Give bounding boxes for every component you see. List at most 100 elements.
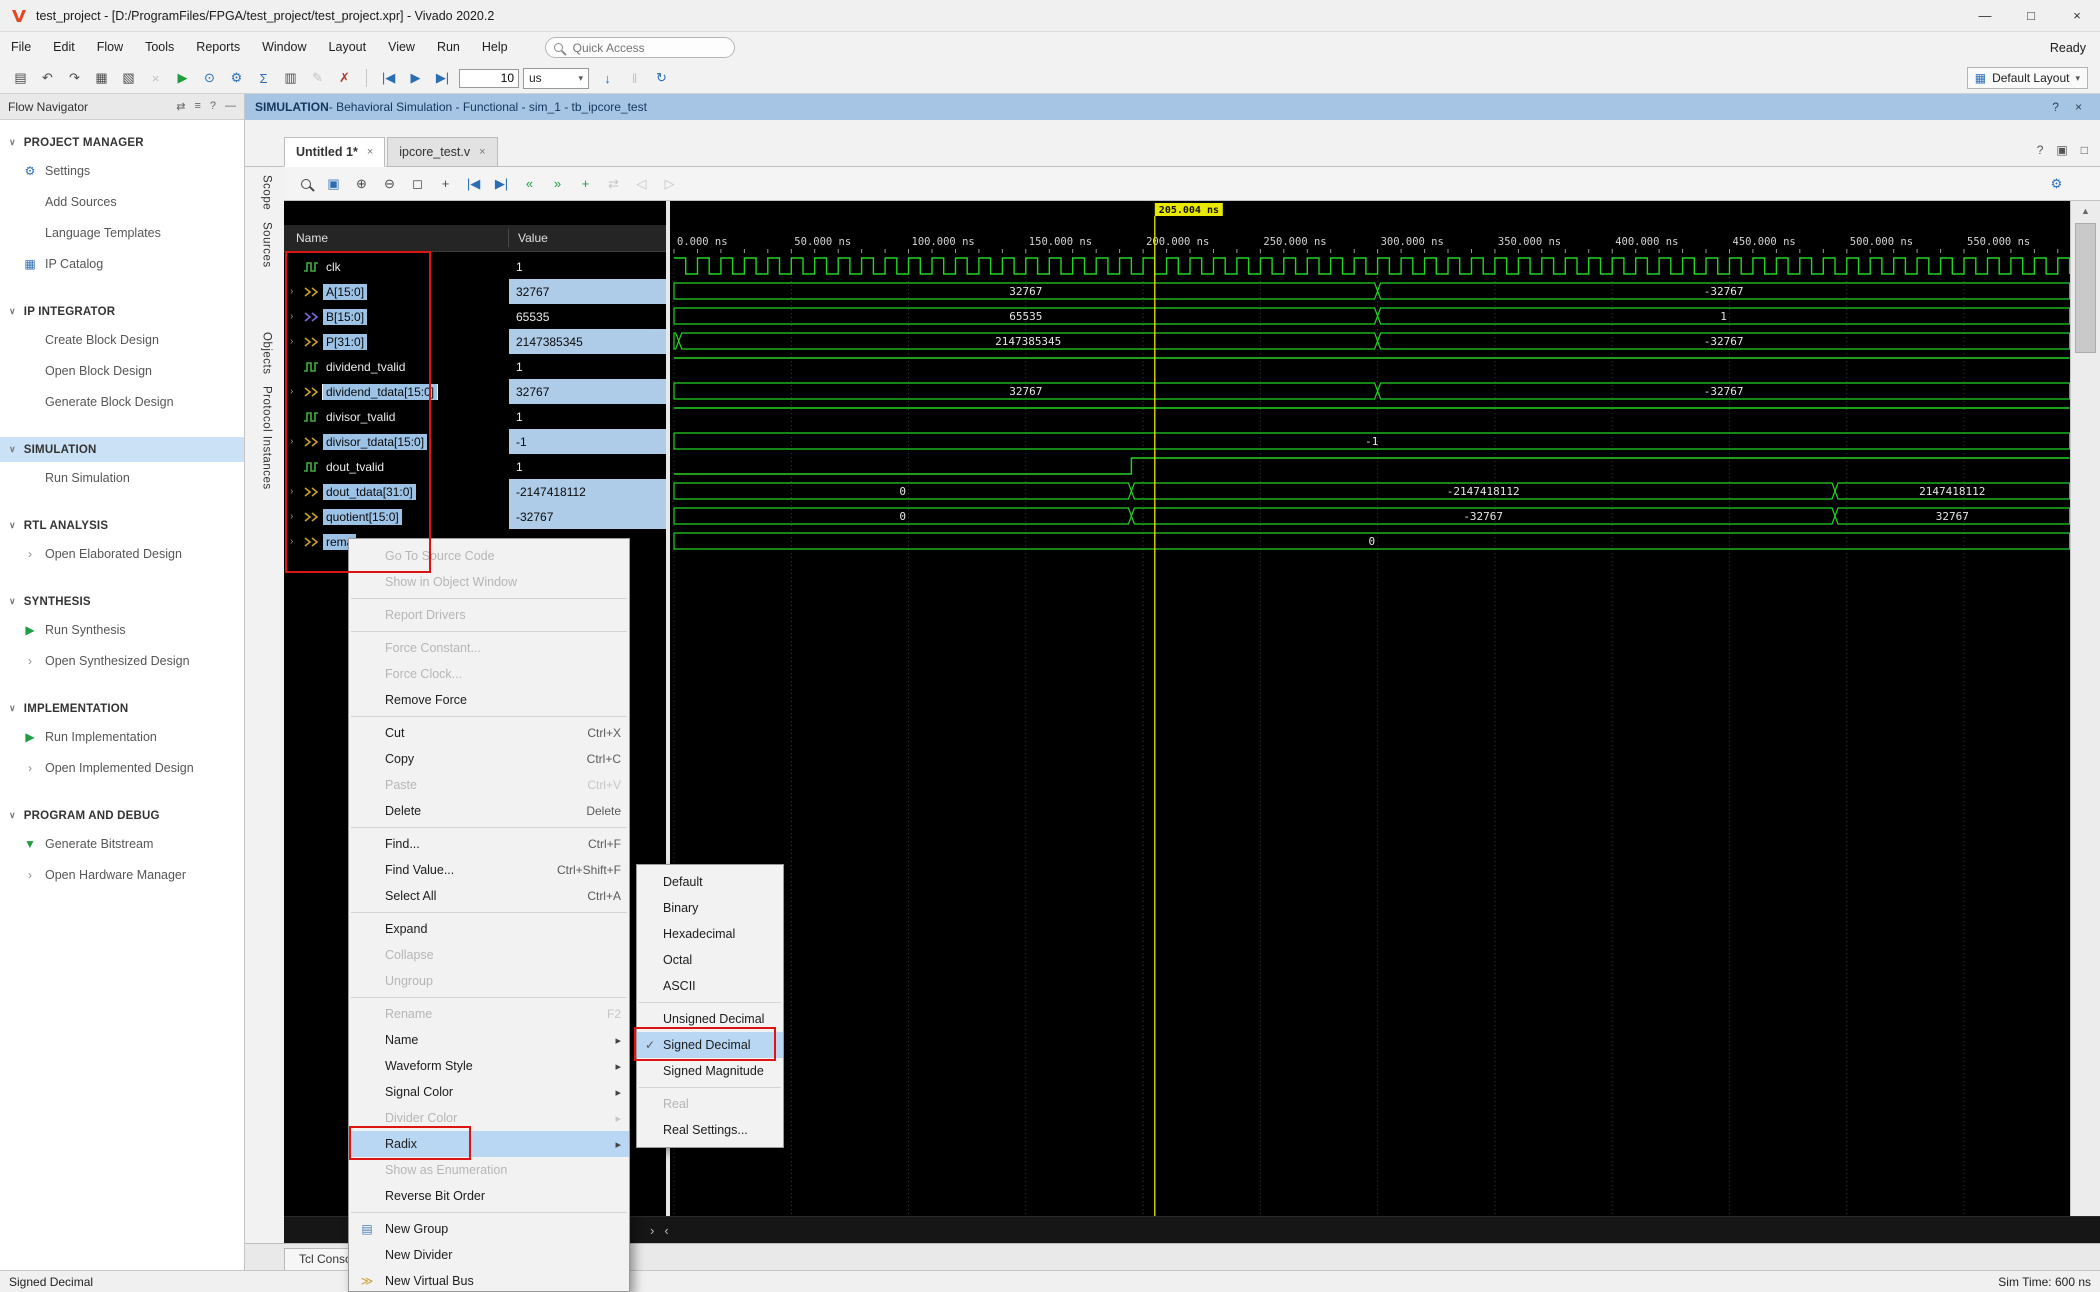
menu-tools[interactable]: Tools (134, 32, 185, 63)
signal-value-cell[interactable]: 65535 (509, 304, 666, 329)
flow-nav-toggle-icon[interactable]: ⇄ (176, 100, 185, 113)
menu-item-delete[interactable]: DeleteDelete (349, 798, 629, 824)
menu-item-waveform-style[interactable]: Waveform Style▸ (349, 1053, 629, 1079)
flow-item-add-sources[interactable]: Add Sources (0, 186, 244, 217)
flow-item-settings[interactable]: ⚙Settings (0, 155, 244, 186)
signal-name-cell[interactable]: ›quotient[15:0] (284, 509, 509, 525)
expander-icon[interactable]: › (290, 436, 299, 447)
flow-item-generate-bitstream[interactable]: ▼Generate Bitstream (0, 828, 244, 859)
radix-option-default[interactable]: Default (637, 869, 783, 895)
scroll-right-icon[interactable]: › (650, 1223, 654, 1238)
menu-window[interactable]: Window (251, 32, 317, 63)
flow-item-language-templates[interactable]: Language Templates (0, 217, 244, 248)
flow-section-simulation[interactable]: ∨SIMULATION (0, 437, 244, 462)
waveform-canvas[interactable]: 0.000 ns50.000 ns100.000 ns150.000 ns200… (670, 201, 2070, 1216)
undo-icon[interactable]: ↶ (35, 66, 60, 90)
signal-value-cell[interactable]: -1 (509, 429, 666, 454)
menu-item-find-value[interactable]: Find Value...Ctrl+Shift+F (349, 857, 629, 883)
go-to-start-icon[interactable]: |◀ (461, 172, 486, 196)
menu-flow[interactable]: Flow (86, 32, 134, 63)
signal-name-cell[interactable]: ›A[15:0] (284, 284, 509, 300)
flow-item-run-synthesis[interactable]: ▶Run Synthesis (0, 614, 244, 645)
side-tab-scope[interactable]: Scope (257, 175, 273, 210)
signal-value-cell[interactable]: 1 (509, 254, 666, 279)
run-icon[interactable]: ▶ (170, 66, 195, 90)
radix-option-signed-decimal[interactable]: ✓Signed Decimal (637, 1032, 783, 1058)
close-icon[interactable]: × (367, 146, 373, 158)
maximize-icon[interactable]: □ (2081, 143, 2088, 157)
expander-icon[interactable]: › (290, 311, 299, 322)
menu-layout[interactable]: Layout (318, 32, 378, 63)
flow-nav-help-icon[interactable]: ? (210, 100, 216, 113)
report-sigma-icon[interactable]: Σ (251, 66, 276, 90)
tab-untitled-1[interactable]: Untitled 1*× (284, 137, 385, 167)
help-icon[interactable]: ? (2052, 100, 2059, 114)
signal-name-cell[interactable]: dout_tvalid (284, 459, 509, 475)
prev-transition-icon[interactable]: « (517, 172, 542, 196)
menu-view[interactable]: View (377, 32, 426, 63)
signal-value-cell[interactable]: 1 (509, 354, 666, 379)
restart-sim-icon[interactable]: |◀ (376, 66, 401, 90)
zoom-fit-icon[interactable]: ◻ (405, 172, 430, 196)
radix-option-signed-magnitude[interactable]: Signed Magnitude (637, 1058, 783, 1084)
copy-icon[interactable]: ▦ (89, 66, 114, 90)
column-divider[interactable] (508, 229, 509, 247)
menu-file[interactable]: File (0, 32, 42, 63)
next-transition-icon[interactable]: » (545, 172, 570, 196)
flow-section-project-manager[interactable]: ∨PROJECT MANAGER (0, 130, 244, 155)
run-time-unit-select[interactable]: us▾ (523, 68, 589, 89)
float-icon[interactable]: ▣ (2056, 143, 2067, 157)
flow-item-open-hardware-manager[interactable]: ›Open Hardware Manager (0, 859, 244, 890)
paste-icon[interactable]: ▧ (116, 66, 141, 90)
side-tab-protocol-instances[interactable]: Protocol Instances (257, 386, 273, 490)
scroll-left-icon[interactable]: ‹ (664, 1223, 668, 1238)
minimize-button[interactable]: — (1962, 0, 2008, 31)
menu-item-expand[interactable]: Expand (349, 916, 629, 942)
flow-item-generate-block-design[interactable]: Generate Block Design (0, 386, 244, 417)
add-marker-icon[interactable]: + (573, 172, 598, 196)
flow-nav-menu-icon[interactable]: ≡ (194, 100, 200, 113)
flow-section-ip-integrator[interactable]: ∨IP INTEGRATOR (0, 299, 244, 324)
expander-icon[interactable]: › (290, 536, 299, 547)
signal-name-cell[interactable]: ›dout_tdata[31:0] (284, 484, 509, 500)
flow-item-ip-catalog[interactable]: ▦IP Catalog (0, 248, 244, 279)
signal-name-cell[interactable]: ›divisor_tdata[15:0] (284, 434, 509, 450)
flow-item-create-block-design[interactable]: Create Block Design (0, 324, 244, 355)
signal-name-cell[interactable]: ›P[31:0] (284, 334, 509, 350)
signal-name-cell[interactable]: divisor_tvalid (284, 409, 509, 425)
radix-option-unsigned-decimal[interactable]: Unsigned Decimal (637, 1006, 783, 1032)
flow-section-rtl-analysis[interactable]: ∨RTL ANALYSIS (0, 513, 244, 538)
signal-name-cell[interactable]: ›B[15:0] (284, 309, 509, 325)
open-window-icon[interactable]: ▤ (8, 66, 33, 90)
go-to-end-icon[interactable]: ▶| (489, 172, 514, 196)
menu-item-new-divider[interactable]: New Divider (349, 1242, 629, 1268)
side-tab-objects[interactable]: Objects (257, 332, 273, 375)
zoom-out-icon[interactable]: ⊖ (377, 172, 402, 196)
menu-item-remove-force[interactable]: Remove Force (349, 687, 629, 713)
redo-icon[interactable]: ↷ (62, 66, 87, 90)
signal-name-cell[interactable]: ›dividend_tdata[15:0] (284, 384, 509, 400)
signal-value-cell[interactable]: 2147385345 (509, 329, 666, 354)
scroll-up-icon[interactable]: ▲ (2071, 201, 2100, 216)
help-icon[interactable]: ? (2037, 143, 2044, 157)
menu-help[interactable]: Help (471, 32, 519, 63)
flow-section-synthesis[interactable]: ∨SYNTHESIS (0, 589, 244, 614)
layout-select[interactable]: ▦Default Layout▾ (1967, 67, 2088, 89)
menu-item-signal-color[interactable]: Signal Color▸ (349, 1079, 629, 1105)
run-time-input[interactable] (459, 69, 519, 88)
find-icon[interactable] (293, 172, 318, 196)
step-icon[interactable]: ↓ (595, 66, 620, 90)
expander-icon[interactable]: › (290, 286, 299, 297)
radix-option-binary[interactable]: Binary (637, 895, 783, 921)
close-pane-icon[interactable]: × (2075, 100, 2082, 114)
run-all-icon[interactable]: ▶ (403, 66, 428, 90)
menu-reports[interactable]: Reports (185, 32, 251, 63)
vertical-scrollbar[interactable]: ▲ (2070, 201, 2100, 1216)
critical-path-icon[interactable]: ✗ (332, 66, 357, 90)
signal-value-cell[interactable]: 32767 (509, 379, 666, 404)
menu-item-copy[interactable]: CopyCtrl+C (349, 746, 629, 772)
flow-section-implementation[interactable]: ∨IMPLEMENTATION (0, 696, 244, 721)
menu-item-cut[interactable]: CutCtrl+X (349, 720, 629, 746)
save-wave-config-icon[interactable]: ▣ (321, 172, 346, 196)
wave-settings-icon[interactable]: ⚙ (2044, 172, 2069, 196)
